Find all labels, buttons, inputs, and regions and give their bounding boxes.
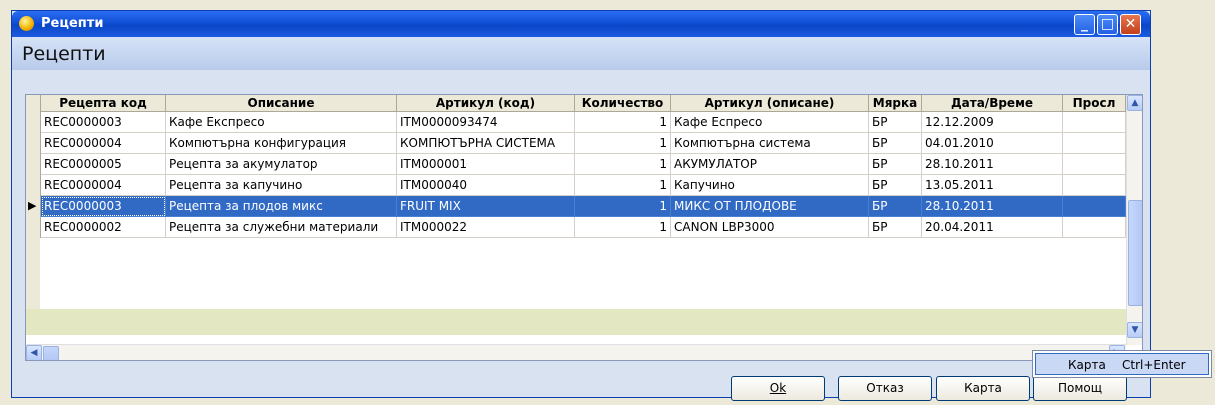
cell-extra [1063,196,1126,217]
cell-quantity: 1 [575,196,671,217]
col-header-datetime[interactable]: Дата/Време [922,95,1063,112]
cell-description: Кафе Експресо [166,112,397,133]
ok-button[interactable]: Ok [731,376,825,401]
cell-datetime: 13.05.2011 [922,175,1063,196]
cell-extra [1063,133,1126,154]
cell-recipe-code: REC0000003 [41,112,166,133]
cell-recipe-code: REC0000002 [41,217,166,238]
cell-extra [1063,217,1126,238]
vertical-scrollbar[interactable]: ▲ ▼ [1126,95,1142,345]
cell-item-description: Капучино [671,175,869,196]
recipes-grid[interactable]: ▶ Рецепта код Описание Артикул (код) Кол… [25,94,1143,361]
cell-item-description: Кафе Еспресо [671,112,869,133]
cell-unit: БР [869,196,922,217]
cell-datetime: 28.10.2011 [922,196,1063,217]
maximize-button[interactable]: □ [1097,14,1118,35]
cell-item-code: КОМПЮТЪРНА СИСТЕМА [397,133,575,154]
col-header-item-description[interactable]: Артикул (описане) [671,95,869,112]
cell-unit: БР [869,112,922,133]
card-button[interactable]: Карта [936,376,1030,401]
cell-description: Рецепта за капучино [166,175,397,196]
current-row-indicator-icon: ▶ [28,199,37,212]
col-header-item-code[interactable]: Артикул (код) [397,95,575,112]
cell-item-description: CANON LBP3000 [671,217,869,238]
cell-quantity: 1 [575,154,671,175]
horizontal-scroll-thumb[interactable] [43,346,59,360]
col-header-description[interactable]: Описание [166,95,397,112]
col-header-extra[interactable]: Просл [1063,95,1126,112]
cell-quantity: 1 [575,175,671,196]
grid-empty-area [40,238,1125,311]
cell-recipe-code: REC0000004 [41,175,166,196]
cell-item-code: ITM000040 [397,175,575,196]
cell-datetime: 28.10.2011 [922,154,1063,175]
context-menu-item-card[interactable]: Карта Ctrl+Enter [1035,353,1209,375]
cell-unit: БР [869,217,922,238]
col-header-recipe-code[interactable]: Рецепта код [41,95,166,112]
cell-item-code: ITM0000093474 [397,112,575,133]
cell-description: Рецепта за акумулатор [166,154,397,175]
title-bar[interactable]: Рецепти _ □ ✕ [12,11,1150,37]
scroll-down-icon[interactable]: ▼ [1127,322,1142,338]
scroll-left-icon[interactable]: ◀ [26,345,42,360]
context-menu-item-label: Карта [1068,358,1106,372]
row-header-column: ▶ [26,95,41,309]
cell-datetime: 04.01.2010 [922,133,1063,154]
app-icon [19,16,34,31]
cell-recipe-code: REC0000005 [41,154,166,175]
cell-unit: БР [869,175,922,196]
cell-quantity: 1 [575,112,671,133]
cell-item-code: ITM000022 [397,217,575,238]
form-heading: Рецепти [12,37,1150,70]
cell-unit: БР [869,154,922,175]
cell-description: Рецепта за служебни материали [166,217,397,238]
horizontal-scrollbar[interactable]: ◀ ▶ [26,344,1126,360]
form-heading-text: Рецепти [22,43,106,65]
close-button[interactable]: ✕ [1120,14,1141,35]
cell-extra [1063,175,1126,196]
recipes-window: Рецепти _ □ ✕ Рецепти ▶ Рецепта код Опис… [11,10,1151,401]
cell-item-description: АКУМУЛАТОР [671,154,869,175]
scroll-up-icon[interactable]: ▲ [1127,95,1142,111]
cell-item-description: МИКС ОТ ПЛОДОВЕ [671,196,869,217]
cell-item-code: FRUIT MIX [397,196,575,217]
minimize-button[interactable]: _ [1074,14,1095,35]
cell-unit: БР [869,133,922,154]
cell-quantity: 1 [575,217,671,238]
cell-description: Рецепта за плодов микс [166,196,397,217]
col-header-unit[interactable]: Мярка [869,95,922,112]
cell-recipe-code: REC0000004 [41,133,166,154]
cell-item-code: ITM000001 [397,154,575,175]
cell-quantity: 1 [575,133,671,154]
context-menu: Карта Ctrl+Enter [1032,350,1212,378]
cell-datetime: 20.04.2011 [922,217,1063,238]
cell-extra [1063,112,1126,133]
window-title: Рецепти [41,16,104,31]
col-header-quantity[interactable]: Количество [575,95,671,112]
cell-extra [1063,154,1126,175]
cell-item-description: Компютърна система [671,133,869,154]
grid-footer-band [26,309,1126,335]
vertical-scroll-thumb[interactable] [1128,200,1142,306]
ok-button-label: Ok [769,381,787,395]
help-button[interactable]: Помощ [1033,376,1127,401]
cancel-button[interactable]: Отказ [838,376,932,401]
cell-description: Компютърна конфигурация [166,133,397,154]
cell-datetime: 12.12.2009 [922,112,1063,133]
context-menu-item-shortcut: Ctrl+Enter [1122,358,1186,372]
cell-recipe-code: REC0000003 [41,196,166,217]
